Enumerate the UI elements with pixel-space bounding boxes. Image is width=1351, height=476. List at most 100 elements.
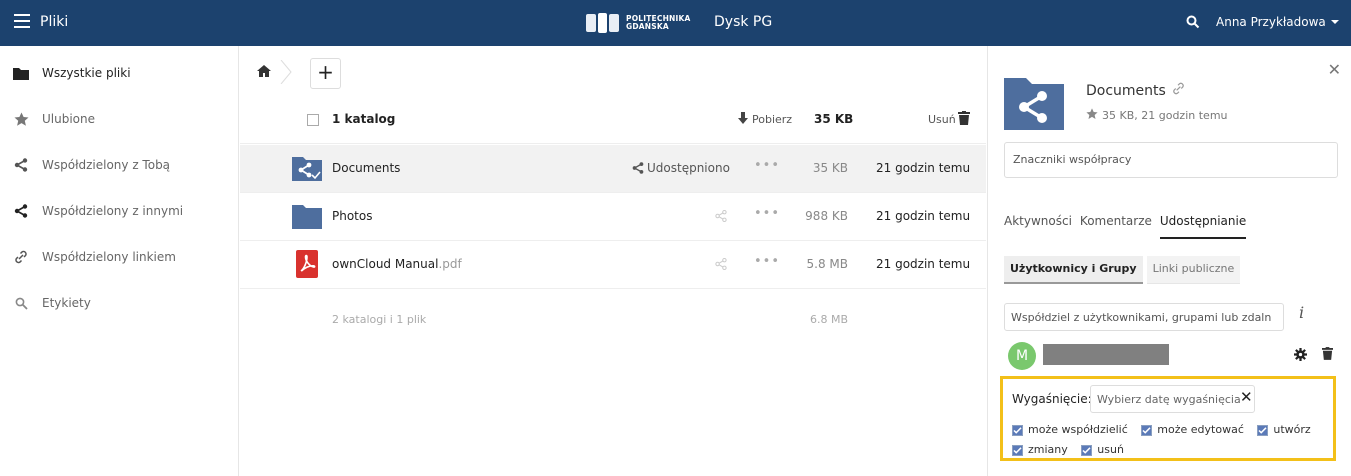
share-with-input[interactable]: Współdziel z użytkownikami, grupami lub … [1004,303,1284,331]
menu-icon[interactable] [14,14,30,28]
file-size: 5.8 MB [806,257,848,271]
details-file-name: Documents [1086,82,1166,99]
user-name: Anna Przykładowa [1216,15,1326,29]
link-icon [13,249,29,265]
sidebar-item-shared-with-others[interactable]: Współdzielony z innymi [0,188,238,234]
file-name: Documents [332,161,401,175]
file-name: ownCloud Manual [332,257,439,271]
checkbox-checked[interactable] [1012,424,1023,436]
crest-icon [586,12,620,34]
delete-button[interactable]: Usuń [928,113,956,126]
share-icon[interactable] [715,257,727,273]
perm-create[interactable]: utwórz [1257,421,1311,439]
tab-activity[interactable]: Aktywności [1004,214,1072,239]
file-date: 21 godzin temu [876,209,971,223]
selection-count: 1 katalog [332,112,396,126]
file-row-documents[interactable]: Documents Udostępniono ••• 35 KB 21 godz… [240,145,986,193]
perm-delete[interactable]: usuń [1081,441,1124,459]
sidebar: Wszystkie pliki Ulubione Współdzielony z… [0,46,239,476]
sidebar-item-shared-by-link[interactable]: Współdzielony linkiem [0,234,238,280]
shared-folder-large-icon [1004,74,1064,130]
app-name[interactable]: Pliki [40,14,68,30]
file-size: 35 KB [812,161,848,175]
logo-line-2: GDAŃSKA [626,22,669,31]
trash-icon[interactable] [1322,347,1333,363]
summary-text: 2 katalogi i 1 plik [332,313,427,326]
sidebar-item-shared-with-you[interactable]: Współdzielony z Tobą [0,142,238,188]
checkbox-checked[interactable] [1141,424,1153,436]
file-list-header: 1 katalog Pobierz 35 KB Usuń [240,96,986,144]
sidebar-item-all-files[interactable]: Wszystkie pliki [0,50,238,96]
star-icon[interactable] [1086,108,1102,123]
file-extension: .pdf [438,257,462,271]
shared-folder-icon [292,155,322,184]
permissions-list: może współdzielić może edytować utwórz z… [1012,421,1332,461]
user-menu[interactable]: Anna Przykładowa [1216,15,1339,29]
share-icon [13,157,29,173]
share-button[interactable]: Udostępniono [632,161,730,175]
subtab-users-groups[interactable]: Użytkownicy i Grupy [1004,256,1143,284]
sidebar-item-label: Współdzielony z Tobą [42,158,171,172]
trash-icon[interactable] [958,111,970,128]
download-icon[interactable] [737,112,749,128]
checkbox-checked[interactable] [1257,424,1269,436]
file-date: 21 godzin temu [876,161,971,175]
perm-can-share[interactable]: może współdzielić [1012,421,1128,439]
file-size: 988 KB [805,209,848,223]
tab-comments[interactable]: Komentarze [1080,214,1152,239]
perm-can-edit[interactable]: może edytować [1141,421,1244,439]
university-logo: POLITECHNIKA GDAŃSKA [586,10,691,36]
sidebar-item-tags[interactable]: Etykiety [0,280,238,326]
checkbox-checked[interactable] [1081,444,1093,456]
expiration-date-input[interactable]: Wybierz datę wygaśnięcia [1090,385,1255,413]
details-meta: 35 KB, 21 godzin temu [1102,109,1228,122]
select-all-checkbox[interactable] [307,114,319,126]
redacted-user-name [1043,344,1169,365]
tab-sharing[interactable]: Udostępnianie [1159,214,1247,239]
share-icon [13,203,29,219]
clear-expiration-icon[interactable]: ✕ [1240,388,1253,406]
top-header: Pliki POLITECHNIKA GDAŃSKA Dysk PG Anna … [0,0,1351,46]
tag-search-icon [13,295,29,311]
star-icon [13,111,29,127]
sidebar-item-label: Współdzielony z innymi [42,204,184,218]
more-actions-icon[interactable]: ••• [754,206,780,221]
tags-input[interactable]: Znaczniki współpracy [1004,142,1338,178]
site-title: Dysk PG [714,14,773,30]
link-icon[interactable] [1166,82,1185,99]
more-actions-icon[interactable]: ••• [754,254,780,269]
sharing-subtabs: Użytkownicy i Grupy Linki publiczne [1004,256,1244,284]
sidebar-item-label: Współdzielony linkiem [42,250,176,264]
details-panel: ✕ Documents 35 KB, 21 godzin temu Znaczn… [987,46,1351,476]
sidebar-item-label: Ulubione [42,112,96,126]
search-icon[interactable] [1186,15,1200,32]
download-button[interactable]: Pobierz [752,113,792,126]
gear-icon[interactable] [1294,348,1307,364]
file-row-photos[interactable]: Photos ••• 988 KB 21 godzin temu [240,193,986,241]
sidebar-item-label: Wszystkie pliki [42,66,131,80]
breadcrumb-separator [280,59,292,85]
controls-bar: + [240,46,986,96]
checkbox-checked[interactable] [1012,444,1023,456]
share-icon[interactable] [715,209,727,225]
folder-icon [13,65,29,81]
sidebar-item-favorites[interactable]: Ulubione [0,96,238,142]
info-icon[interactable]: i [1299,303,1304,322]
expiration-label: Wygaśnięcie: [1012,392,1092,406]
sidebar-item-label: Etykiety [42,296,91,310]
subtab-public-links[interactable]: Linki publiczne [1146,256,1241,284]
more-actions-icon[interactable]: ••• [754,158,780,173]
selection-size: 35 KB [814,112,854,126]
share-label: Udostępniono [647,161,730,175]
home-icon[interactable] [257,65,271,80]
summary-size: 6.8 MB [809,313,848,326]
caret-down-icon [1330,20,1339,24]
file-row-manual[interactable]: ownCloud Manual.pdf ••• 5.8 MB 21 godzin… [240,241,986,289]
new-button[interactable]: + [310,58,341,89]
details-tabs: Aktywności Komentarze Udostępnianie [1004,214,1254,239]
folder-icon [292,203,322,232]
close-icon[interactable]: ✕ [1328,60,1341,79]
perm-change[interactable]: zmiany [1012,441,1068,459]
file-name: Photos [332,209,373,223]
pdf-icon [296,250,318,281]
